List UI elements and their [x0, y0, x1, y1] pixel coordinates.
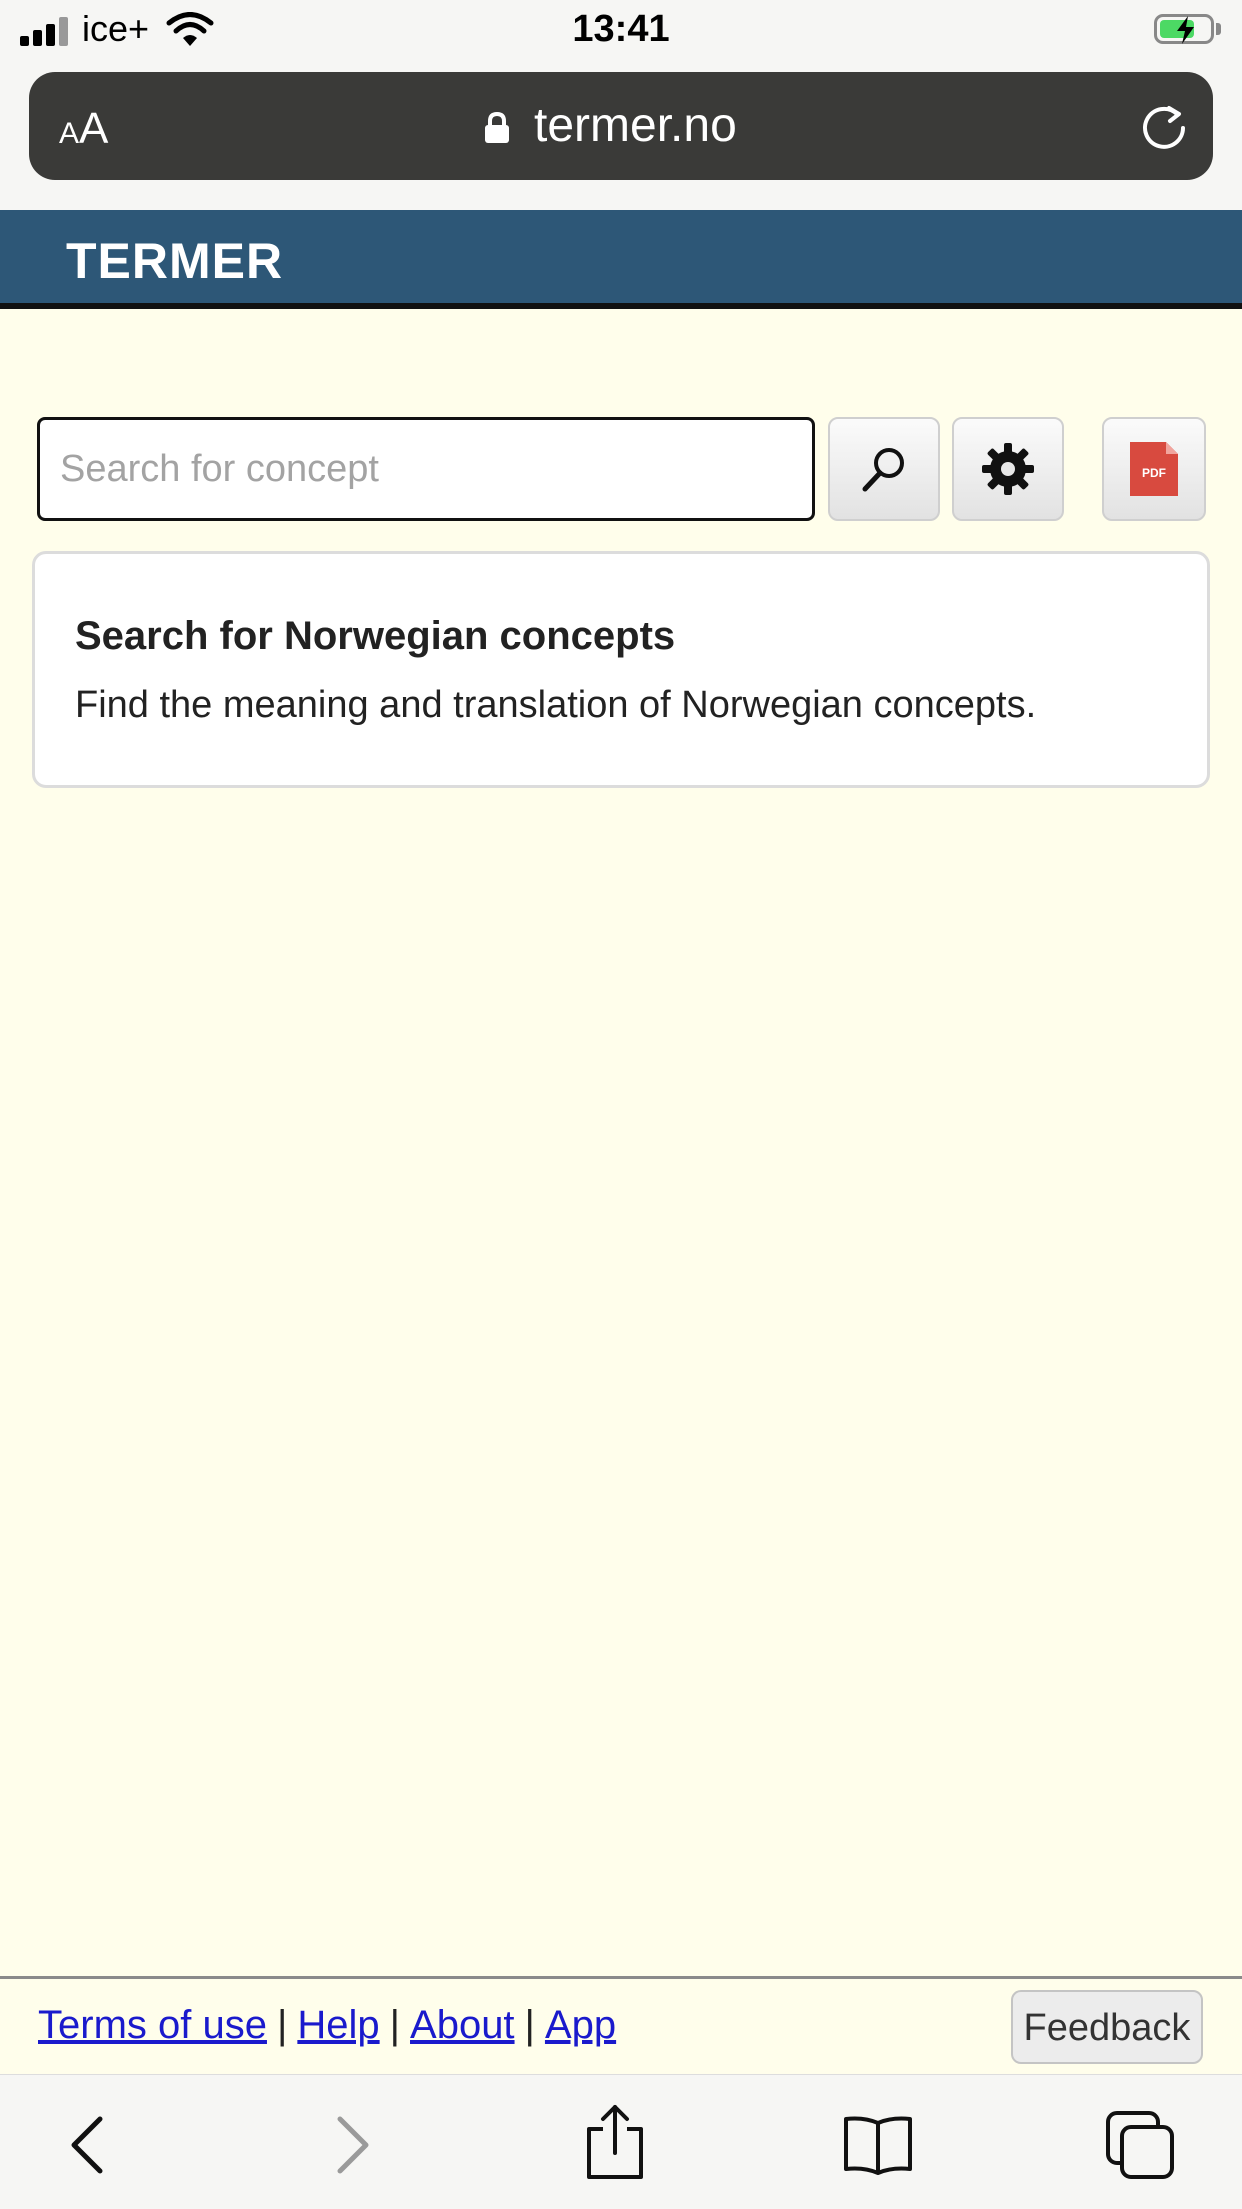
reload-icon[interactable] — [1139, 102, 1191, 154]
site-header: TERMER — [0, 210, 1242, 309]
clock: 13:41 — [572, 8, 670, 50]
search-input[interactable] — [37, 417, 815, 521]
site-logo[interactable]: TERMER — [66, 232, 283, 290]
info-card: Search for Norwegian concepts Find the m… — [32, 551, 1210, 788]
tabs-icon[interactable] — [1104, 2109, 1176, 2181]
app-link[interactable]: App — [545, 2003, 616, 2047]
pdf-icon: PDF — [1130, 442, 1178, 496]
card-description: Find the meaning and translation of Norw… — [75, 684, 1037, 726]
back-icon[interactable] — [58, 2113, 122, 2177]
site-footer: Terms of use | Help | About | App Feedback — [0, 1976, 1242, 2077]
forward-icon[interactable] — [318, 2113, 382, 2177]
feedback-button[interactable]: Feedback — [1011, 1990, 1203, 2064]
text-size-button[interactable]: AA — [59, 104, 108, 154]
bookmarks-icon[interactable] — [842, 2113, 914, 2177]
lock-icon — [485, 112, 509, 143]
battery-icon — [1154, 14, 1214, 44]
settings-button[interactable] — [952, 417, 1064, 521]
search-icon — [862, 448, 904, 492]
search-button[interactable] — [828, 417, 940, 521]
domain-text[interactable]: termer.no — [534, 98, 737, 153]
footer-links: Terms of use | Help | About | App — [38, 2003, 617, 2047]
browser-toolbar — [0, 2074, 1242, 2209]
svg-text:PDF: PDF — [1142, 466, 1166, 480]
about-link[interactable]: About — [410, 2003, 515, 2047]
pdf-button[interactable]: PDF — [1102, 417, 1206, 521]
share-icon[interactable] — [583, 2103, 647, 2181]
card-title: Search for Norwegian concepts — [75, 614, 676, 658]
status-bar: ice+ 13:41 — [0, 0, 1242, 62]
terms-of-use-link[interactable]: Terms of use — [38, 2003, 267, 2047]
gear-icon — [982, 443, 1034, 495]
battery-cap — [1216, 23, 1221, 35]
help-link[interactable]: Help — [297, 2003, 379, 2047]
address-bar[interactable]: AA termer.no — [29, 72, 1213, 180]
